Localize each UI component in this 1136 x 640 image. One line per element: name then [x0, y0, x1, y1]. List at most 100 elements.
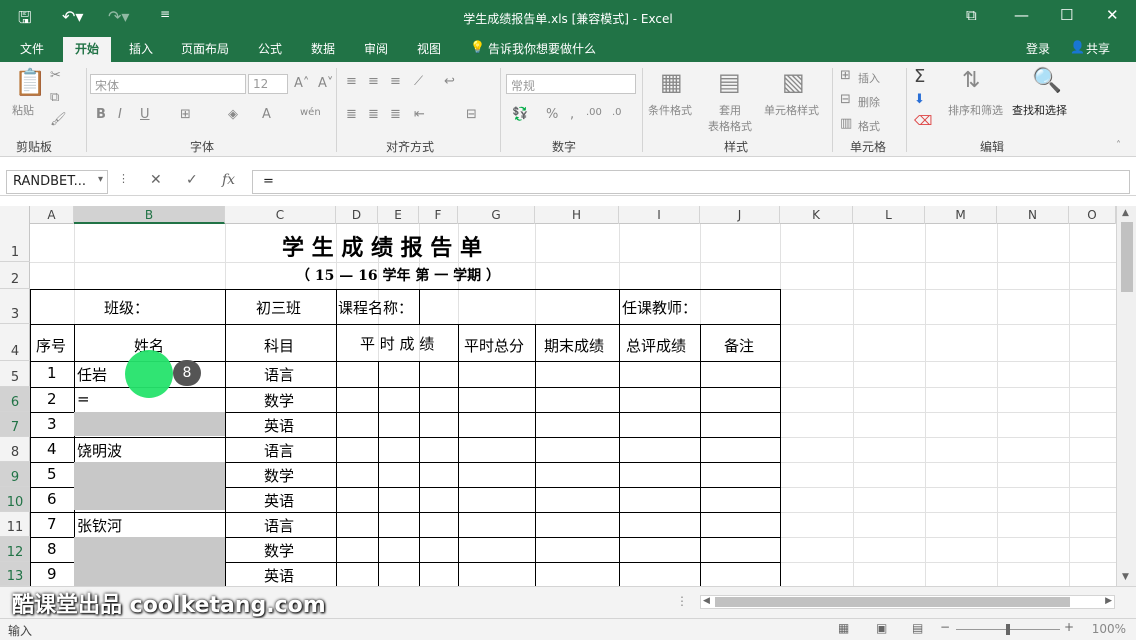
vertical-scrollbar[interactable]: ▲ ▼	[1116, 206, 1136, 586]
table-format-icon[interactable]: ▤	[718, 68, 741, 96]
row-subject[interactable]: 语言	[264, 440, 294, 461]
zoom-slider-thumb[interactable]	[1006, 624, 1010, 635]
column-header-o[interactable]: O	[1069, 206, 1116, 224]
percent-icon[interactable]: %	[546, 107, 558, 122]
row-name[interactable]: 任岩	[77, 364, 107, 385]
find-select-label[interactable]: 查找和选择	[1012, 102, 1067, 118]
column-header-m[interactable]: M	[925, 206, 997, 224]
row-header-4[interactable]: 4	[0, 324, 30, 361]
shrink-font-icon[interactable]: A˅	[318, 76, 333, 91]
row-name[interactable]: 张钦河	[77, 515, 122, 536]
row-header-2[interactable]: 2	[0, 262, 30, 289]
increase-decimal-icon[interactable]: .00	[586, 107, 602, 118]
insert-cells-icon[interactable]: ⊞	[840, 68, 851, 83]
italic-icon[interactable]: I	[118, 107, 122, 122]
column-header-d[interactable]: D	[336, 206, 378, 224]
format-cells-label[interactable]: 格式	[858, 118, 880, 134]
conditional-format-icon[interactable]: ▦	[660, 68, 683, 96]
maximize-icon[interactable]: ☐	[1060, 6, 1073, 24]
row-no[interactable]: 1	[47, 364, 57, 382]
row-header-5[interactable]: 5	[0, 361, 30, 387]
row-name[interactable]: 饶明波	[77, 440, 122, 461]
row-header-6[interactable]: 6	[0, 387, 30, 412]
sort-filter-label[interactable]: 排序和筛选	[948, 102, 1003, 118]
cell-style-label[interactable]: 单元格样式	[764, 102, 819, 118]
decrease-decimal-icon[interactable]: .0	[612, 107, 622, 118]
row-no[interactable]: 3	[47, 415, 57, 433]
clear-icon[interactable]: ⌫	[914, 114, 932, 129]
row-no[interactable]: 7	[47, 515, 57, 533]
row-header-11[interactable]: 11	[0, 512, 30, 537]
row-no[interactable]: 6	[47, 490, 57, 508]
column-header-j[interactable]: J	[700, 206, 780, 224]
align-middle-icon[interactable]: ≡	[368, 74, 379, 89]
row-header-7[interactable]: 7	[0, 412, 30, 437]
fill-down-icon[interactable]: ⬇	[914, 92, 925, 107]
align-left-icon[interactable]: ≣	[346, 107, 357, 122]
row-subject[interactable]: 数学	[264, 390, 294, 411]
number-format-select[interactable]: 常规	[506, 74, 636, 94]
horizontal-scrollbar[interactable]: ◀ ▶	[700, 595, 1115, 609]
tab-view[interactable]: 视图	[417, 40, 441, 57]
cond-format-label[interactable]: 条件格式	[648, 102, 692, 118]
comma-icon[interactable]: ,	[570, 107, 574, 122]
autosum-icon[interactable]: Σ	[914, 66, 925, 87]
tab-data[interactable]: 数据	[311, 40, 335, 57]
scroll-up-icon[interactable]: ▲	[1122, 208, 1129, 218]
scroll-right-icon[interactable]: ▶	[1105, 596, 1112, 606]
scroll-left-icon[interactable]: ◀	[703, 596, 710, 606]
copy-icon[interactable]: ⧉	[50, 90, 59, 105]
tab-formulas[interactable]: 公式	[258, 40, 282, 57]
insert-function-icon[interactable]: fx	[222, 172, 235, 188]
row-subject[interactable]: 英语	[264, 415, 294, 436]
row-no[interactable]: 4	[47, 440, 57, 458]
insert-cells-label[interactable]: 插入	[858, 70, 880, 86]
column-header-i[interactable]: I	[619, 206, 700, 224]
decrease-indent-icon[interactable]: ⇤	[414, 107, 425, 122]
wrap-text-icon[interactable]: ↩	[444, 74, 455, 89]
border-icon[interactable]: ⊞	[180, 107, 191, 122]
align-right-icon[interactable]: ≣	[390, 107, 401, 122]
column-header-b[interactable]: B	[74, 206, 225, 224]
page-break-view-icon[interactable]: ▤	[912, 621, 923, 635]
row-no[interactable]: 2	[47, 390, 57, 408]
tab-insert[interactable]: 插入	[129, 40, 153, 57]
row-subject[interactable]: 数学	[264, 465, 294, 486]
column-header-f[interactable]: F	[419, 206, 458, 224]
grow-font-icon[interactable]: A˄	[294, 76, 309, 91]
bold-icon[interactable]: B	[96, 107, 106, 122]
select-all-corner[interactable]	[0, 206, 30, 224]
page-layout-view-icon[interactable]: ▣	[876, 621, 887, 635]
row-subject[interactable]: 语言	[264, 364, 294, 385]
minimize-icon[interactable]: —	[1014, 6, 1029, 24]
cut-icon[interactable]: ✂	[50, 68, 61, 83]
tab-page-layout[interactable]: 页面布局	[181, 40, 229, 57]
row-header-1[interactable]: 1	[0, 224, 30, 262]
worksheet-grid[interactable]: ABCDEFGHIJKLMNO 1 2 3 4 5 6 7 8 9 10 11 12 13 学 生 成 …	[0, 206, 1116, 586]
zoom-out-icon[interactable]: −	[940, 620, 950, 634]
normal-view-icon[interactable]: ▦	[838, 621, 849, 635]
column-header-e[interactable]: E	[378, 206, 419, 224]
format-cells-icon[interactable]: ▥	[840, 116, 852, 131]
row-subject[interactable]: 数学	[264, 540, 294, 561]
scroll-down-icon[interactable]: ▼	[1122, 572, 1129, 582]
login-link[interactable]: 登录	[1026, 40, 1050, 57]
align-bottom-icon[interactable]: ≡	[390, 74, 401, 89]
column-header-k[interactable]: K	[780, 206, 853, 224]
row-subject[interactable]: 英语	[264, 565, 294, 586]
row-header-12[interactable]: 12	[0, 537, 30, 562]
formula-input[interactable]: =	[252, 170, 1130, 194]
horizontal-scroll-thumb[interactable]	[715, 597, 1070, 607]
row-no[interactable]: 8	[47, 540, 57, 558]
enter-icon[interactable]: ✓	[186, 172, 198, 188]
chevron-down-icon[interactable]: ▾	[98, 174, 103, 185]
delete-cells-icon[interactable]: ⊟	[840, 92, 851, 107]
row-subject[interactable]: 语言	[264, 515, 294, 536]
row-header-9[interactable]: 9	[0, 462, 30, 487]
row-header-3[interactable]: 3	[0, 289, 30, 324]
tab-review[interactable]: 审阅	[364, 40, 388, 57]
ribbon-display-icon[interactable]: ⧉	[966, 6, 977, 24]
column-header-g[interactable]: G	[458, 206, 535, 224]
align-top-icon[interactable]: ≡	[346, 74, 357, 89]
column-header-l[interactable]: L	[853, 206, 925, 224]
